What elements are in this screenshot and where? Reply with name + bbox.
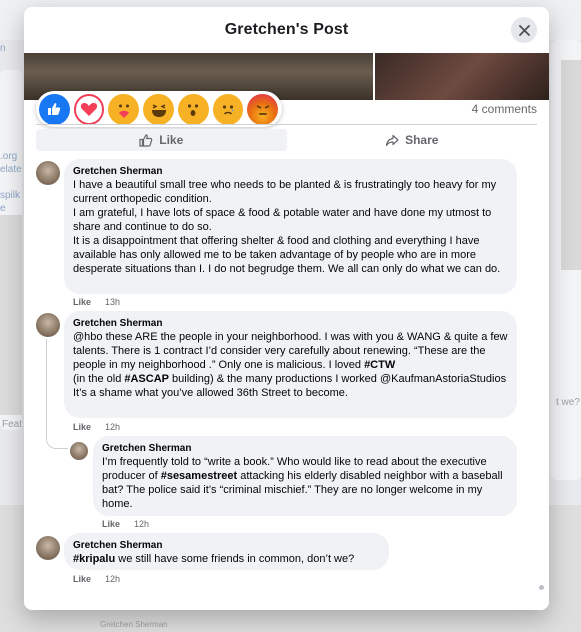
- wow-reaction-icon[interactable]: [177, 93, 209, 125]
- hashtag-link[interactable]: #ASCAP: [124, 373, 169, 385]
- comment-bubble: Gretchen Sherman @hbo these ARE the peop…: [64, 311, 517, 418]
- comment-text: #kripalu we still have some friends in c…: [73, 552, 380, 566]
- thumbs-up-icon: [139, 133, 153, 147]
- comment-meta: Like 12h: [73, 422, 120, 432]
- reactions-picker: [36, 91, 282, 127]
- comment-bubble: Gretchen Sherman I have a beautiful smal…: [64, 159, 517, 294]
- sad-reaction-icon[interactable]: [212, 93, 244, 125]
- post-modal: Gretchen's Post 4 comments Like Share Gr…: [24, 7, 549, 610]
- comment-text: @hbo these ARE the people in your neighb…: [73, 330, 508, 400]
- background-fragment: Gretchen Sherman: [100, 620, 168, 629]
- background-link-text: n: [0, 43, 6, 54]
- comment-meta: Like 13h: [73, 297, 120, 307]
- share-button-label: Share: [405, 133, 439, 147]
- haha-reaction-icon[interactable]: [143, 93, 174, 125]
- background-right-photo: [561, 60, 581, 270]
- comments-count[interactable]: 4 comments: [472, 102, 537, 116]
- comment-author[interactable]: Gretchen Sherman: [102, 442, 508, 455]
- avatar[interactable]: [36, 536, 60, 560]
- care-reaction-icon[interactable]: [108, 93, 140, 125]
- comment-like-link[interactable]: Like: [73, 574, 91, 584]
- post-action-bar: Like Share: [36, 129, 537, 151]
- comment-author[interactable]: Gretchen Sherman: [73, 539, 380, 552]
- comment-text-part: (in the old: [73, 373, 122, 385]
- comment-author[interactable]: Gretchen Sherman: [73, 165, 508, 178]
- comment-timestamp[interactable]: 12h: [105, 422, 120, 432]
- like-reaction-icon[interactable]: [39, 93, 70, 125]
- background-fragment: Feat: [2, 419, 23, 430]
- comment-text-part: @hbo these ARE the people in your neighb…: [73, 331, 511, 371]
- comment-bubble: Gretchen Sherman I’m frequently told to …: [93, 436, 517, 516]
- background-link-text: spilk: [0, 190, 21, 201]
- hashtag-link[interactable]: #sesamestreet: [161, 470, 237, 482]
- comment-like-link[interactable]: Like: [73, 422, 91, 432]
- post-photo-right[interactable]: [375, 53, 549, 100]
- comment-timestamp[interactable]: 12h: [105, 574, 120, 584]
- hashtag-link[interactable]: #kripalu: [73, 553, 115, 565]
- close-icon: [518, 24, 530, 36]
- comment-meta: Like 12h: [102, 519, 149, 529]
- scrollbar-knob[interactable]: [539, 585, 544, 590]
- comment-meta: Like 12h: [73, 574, 120, 584]
- modal-title: Gretchen's Post: [224, 21, 349, 38]
- close-button[interactable]: [511, 17, 537, 43]
- angry-reaction-icon[interactable]: [247, 93, 278, 125]
- comment-text: I have a beautiful small tree who needs …: [73, 179, 501, 275]
- share-button[interactable]: Share: [287, 129, 538, 151]
- comment-timestamp[interactable]: 13h: [105, 297, 120, 307]
- comment-text-part: we still have some friends in common, do…: [115, 553, 355, 565]
- comment-bubble: Gretchen Sherman #kripalu we still have …: [64, 533, 389, 570]
- like-button[interactable]: Like: [36, 129, 287, 151]
- background-left-photo: [0, 215, 22, 415]
- hashtag-link[interactable]: #CTW: [364, 359, 395, 371]
- comment-text: I’m frequently told to “write a book.” W…: [102, 455, 508, 511]
- love-reaction-icon[interactable]: [73, 93, 105, 125]
- avatar[interactable]: [70, 442, 88, 460]
- like-button-label: Like: [159, 133, 184, 147]
- background-link-text: elate: [0, 164, 22, 175]
- comment-like-link[interactable]: Like: [102, 519, 120, 529]
- divider: [36, 124, 537, 125]
- share-icon: [385, 134, 399, 146]
- avatar[interactable]: [36, 313, 60, 337]
- comment-author[interactable]: Gretchen Sherman: [73, 317, 508, 330]
- comment-like-link[interactable]: Like: [73, 297, 91, 307]
- comment-timestamp[interactable]: 12h: [134, 519, 149, 529]
- avatar[interactable]: [36, 161, 60, 185]
- background-link-text: e: [0, 203, 6, 214]
- background-link-text: .org: [0, 151, 18, 162]
- modal-header: Gretchen's Post: [24, 7, 549, 53]
- background-fragment: t we?: [556, 397, 580, 408]
- reply-thread-line: [46, 339, 68, 449]
